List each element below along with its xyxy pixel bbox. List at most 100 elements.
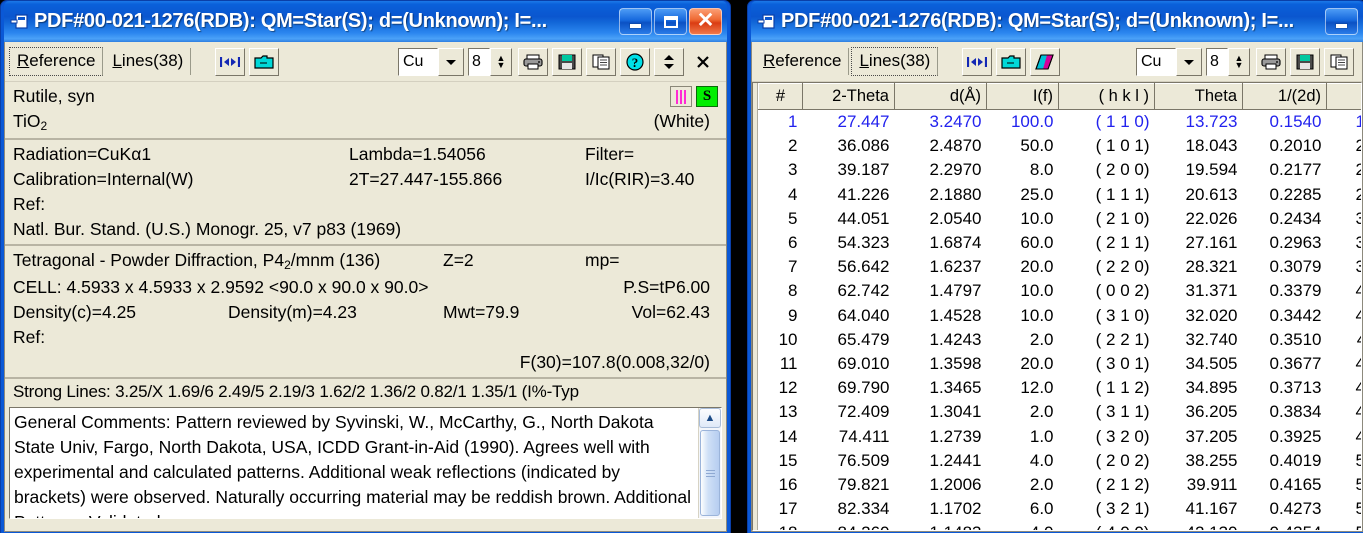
fom-row: F(30)=107.8(0.008,32/0)	[13, 350, 718, 375]
digits-spinner[interactable]: 8 ▲ ▼	[1206, 47, 1250, 76]
cell-n: 14	[778, 426, 798, 446]
table-row[interactable]: 1884.2601.14834.0( 4 0 0)42.1300.43545.4…	[759, 521, 1361, 530]
print-icon[interactable]	[518, 47, 548, 76]
table-row[interactable]: 10 65.479 1.4243 2.0 ( 2 2 1) 32.740 0.35104.4…	[759, 328, 1361, 352]
right-titlebar[interactable]: PDF#00-021-1276(RDB): QM=Star(S); d=(Unk…	[751, 1, 1363, 42]
maximize-button[interactable]	[654, 8, 687, 35]
digits-spinner-value[interactable]: 8	[468, 47, 490, 76]
diamond-icon[interactable]	[1030, 47, 1061, 76]
table-row[interactable]: 1 27.447 3.2470 100.0 ( 1 1 0) 13.723 0.1540 1.…	[759, 110, 1361, 135]
cell-theta: 41.167	[1185, 499, 1238, 519]
scrollbar-thumb[interactable]	[700, 430, 720, 516]
tab-lines[interactable]: Lines(38)	[851, 47, 939, 76]
copy-icon[interactable]	[1324, 47, 1354, 76]
save-icon[interactable]	[1290, 47, 1320, 76]
phase-formula-sub: 2	[40, 119, 48, 133]
tab-lines[interactable]: Lines(38)	[105, 48, 192, 75]
cell-d: 1.6874	[929, 233, 982, 253]
chevron-down-icon[interactable]	[1176, 47, 1202, 76]
lines-table-scroll[interactable]: # 2-Theta d(Å) I(f) ( h k l ) Theta 1/(2…	[758, 83, 1361, 530]
table-row[interactable]: 14 74.411 1.2739 1.0 ( 3 2 0) 37.205 0.39254.9…	[759, 425, 1361, 449]
close-x-icon[interactable]	[688, 47, 718, 76]
table-row[interactable]: 7 56.642 1.6237 20.0 ( 2 2 0) 28.321 0.30793.8…	[759, 255, 1361, 279]
left-titlebar[interactable]: PDF#00-021-1276(RDB): QM=Star(S); d=(Unk…	[4, 1, 727, 42]
fit-width-icon[interactable]	[962, 47, 993, 76]
updown-icon[interactable]	[654, 47, 684, 76]
cell-hkl: ( 2 2 0)	[1095, 257, 1150, 277]
table-row[interactable]: 17 82.334 1.1702 6.0 ( 3 2 1) 41.167 0.42735.3…	[759, 497, 1361, 521]
table-row[interactable]: 6 54.323 1.6874 60.0 ( 2 1 1) 27.161 0.29633.7…	[759, 231, 1362, 255]
radiation-combo[interactable]: Cu	[398, 47, 464, 76]
cell-hkl: ( 3 1 1)	[1095, 402, 1150, 422]
col-header-2pid[interactable]: 2pi/d	[1326, 83, 1361, 110]
col-header-inv2d[interactable]: 1/(2d)	[1242, 83, 1327, 110]
table-row[interactable]: 2 36.086 2.4870 50.0 ( 1 0 1) 18.043 0.20102.5…	[759, 134, 1361, 158]
z-value: Z=2	[443, 250, 474, 270]
crystal-section: Tetragonal - Powder Diffraction, P42/mnm…	[5, 244, 726, 377]
cell-hkl: ( 2 0 0)	[1095, 160, 1150, 180]
help-icon[interactable]: ?	[620, 47, 650, 76]
table-header-row[interactable]: # 2-Theta d(Å) I(f) ( h k l ) Theta 1/(2…	[758, 83, 1361, 110]
cell-twopid: 3.7236	[1327, 231, 1362, 255]
left-toolbar[interactable]: RReferenceeference Lines(38)	[5, 42, 726, 82]
digits-spinner-value[interactable]: 8	[1206, 47, 1228, 76]
left-window-controls[interactable]: ✕	[619, 8, 724, 35]
table-row[interactable]: 4 41.226 2.1880 25.0 ( 1 1 1) 20.613 0.22852.8…	[759, 183, 1361, 207]
lines-table[interactable]: # 2-Theta d(Å) I(f) ( h k l ) Theta 1/(2…	[758, 83, 1361, 530]
table-row[interactable]: 12 69.790 1.3465 12.0 ( 1 1 2) 34.895 0.37134.…	[759, 376, 1361, 400]
cell-inv2d: 0.3834	[1269, 402, 1322, 422]
comments-scrollbar[interactable]: ▲	[698, 408, 721, 518]
cell-d: 2.2970	[929, 160, 982, 180]
pdf-reference-window[interactable]: PDF#00-021-1276(RDB): QM=Star(S); d=(Unk…	[0, 0, 731, 533]
digits-spinner[interactable]: 8 ▲ ▼	[468, 47, 512, 76]
col-header-theta[interactable]: Theta	[1154, 83, 1243, 110]
lines-table-container[interactable]: # 2-Theta d(Å) I(f) ( h k l ) Theta 1/(2…	[752, 82, 1362, 531]
table-row[interactable]: 15 76.509 1.2441 4.0 ( 2 0 2) 38.255 0.40195.0…	[759, 449, 1361, 473]
table-row[interactable]: 3 39.187 2.2970 8.0 ( 2 0 0) 19.594 0.21772.73…	[759, 158, 1361, 182]
cell-i: 10.0	[1020, 208, 1054, 228]
scrollbar-track[interactable]	[699, 428, 721, 518]
table-row[interactable]: 8 62.742 1.4797 10.0 ( 0 0 2) 31.371 0.33794.2…	[759, 279, 1361, 303]
cell-d: 3.2470	[929, 112, 982, 131]
print-icon[interactable]	[1256, 47, 1286, 76]
folder-icon[interactable]	[249, 47, 280, 76]
save-icon[interactable]	[552, 47, 582, 76]
cell-two_theta: 44.051	[837, 208, 890, 228]
tab-reference[interactable]: RReferenceeference	[9, 47, 104, 76]
calibration-value: Calibration=Internal(W)	[13, 169, 194, 189]
table-row[interactable]: 9 64.040 1.4528 10.0 ( 3 1 0) 32.020 0.34424.3…	[759, 304, 1361, 328]
radiation-combo-value[interactable]: Cu	[398, 47, 438, 76]
lambda-value: Lambda=1.54056	[349, 144, 486, 164]
cell-theta: 18.043	[1185, 136, 1238, 156]
phase-header-section: S Rutile, syn TiO2 (White)	[5, 82, 726, 138]
table-row[interactable]: 16 79.821 1.2006 2.0 ( 2 1 2) 39.911 0.41655.2…	[759, 473, 1361, 497]
right-toolbar[interactable]: Reference Lines(38) Cu 8 ▲ ▼	[752, 42, 1362, 82]
col-header-d[interactable]: d(Å)	[894, 83, 987, 110]
radiation-combo-value[interactable]: Cu	[1136, 47, 1176, 76]
pdf-lines-window[interactable]: PDF#00-021-1276(RDB): QM=Star(S); d=(Unk…	[747, 0, 1363, 533]
col-header-2theta[interactable]: 2-Theta	[802, 83, 895, 110]
lines-table-body[interactable]: 1 27.447 3.2470 100.0 ( 1 1 0) 13.723 0.1540 1.…	[759, 110, 1362, 530]
col-header-if[interactable]: I(f)	[986, 83, 1059, 110]
col-header-hkl[interactable]: ( h k l )	[1058, 83, 1155, 110]
table-row[interactable]: 11 69.010 1.3598 20.0 ( 3 0 1) 34.505 0.36774.…	[759, 352, 1361, 376]
fit-width-icon[interactable]	[215, 47, 246, 76]
comments-box[interactable]: General Comments: Pattern reviewed by Sy…	[8, 406, 723, 520]
chevron-down-icon[interactable]	[438, 47, 464, 76]
cell-theta: 42.130	[1155, 521, 1243, 530]
right-window-controls[interactable]	[1325, 8, 1360, 35]
table-row[interactable]: 5 44.051 2.0540 10.0 ( 2 1 0) 22.026 0.24343.0…	[759, 207, 1361, 231]
minimize-button[interactable]	[1325, 8, 1358, 35]
scroll-up-icon[interactable]: ▲	[699, 408, 721, 428]
col-header-index[interactable]: #	[758, 83, 803, 110]
tab-reference[interactable]: Reference	[756, 48, 850, 75]
close-button[interactable]: ✕	[689, 8, 722, 35]
spinner-arrows-icon[interactable]: ▲ ▼	[1228, 47, 1250, 76]
table-row[interactable]: 13 72.409 1.3041 2.0 ( 3 1 1) 36.205 0.38344.8…	[759, 400, 1361, 424]
cell-theta: 34.895	[1185, 378, 1238, 398]
spinner-arrows-icon[interactable]: ▲ ▼	[490, 47, 512, 76]
copy-icon[interactable]	[586, 47, 616, 76]
radiation-combo[interactable]: Cu	[1136, 47, 1202, 76]
folder-icon[interactable]	[996, 47, 1027, 76]
minimize-button[interactable]	[619, 8, 652, 35]
